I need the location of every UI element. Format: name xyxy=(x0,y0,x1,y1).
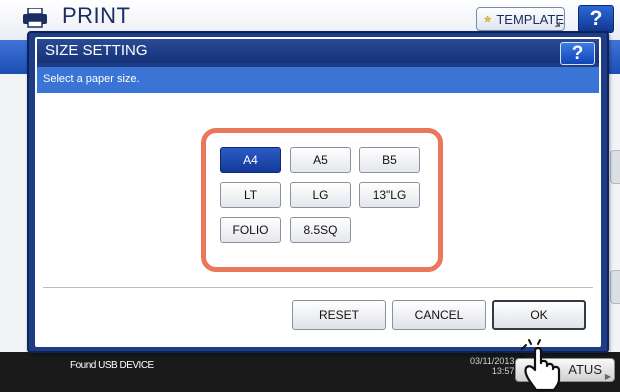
dialog-title: SIZE SETTING xyxy=(45,42,148,59)
status-message: Found USB DEVICE xyxy=(70,360,154,371)
dialog-inner-frame: SIZE SETTING ? Select a paper size. A4 A… xyxy=(35,37,601,347)
paper-size-folio-button[interactable]: FOLIO xyxy=(220,217,281,243)
paper-size-a4-button[interactable]: A4 xyxy=(220,147,281,173)
dialog-message: Select a paper size. xyxy=(43,73,140,85)
dialog-content: A4 A5 B5 LT LG 13"LG FOLIO 8.5SQ RESET C… xyxy=(37,93,599,345)
corner-arrow-icon: ◢ xyxy=(554,21,560,28)
side-tab[interactable] xyxy=(610,270,620,304)
paper-size-lt-button[interactable]: LT xyxy=(220,182,281,208)
pointer-hand-icon xyxy=(519,339,561,391)
printer-icon xyxy=(23,8,47,28)
corner-arrow-icon: ▶ xyxy=(604,372,611,381)
dialog-titlebar: SIZE SETTING ? xyxy=(37,39,599,65)
dialog-divider xyxy=(43,287,593,288)
paper-size-b5-button[interactable]: B5 xyxy=(359,147,420,173)
clock-time: 13:57 xyxy=(491,366,515,376)
paper-size-lg-button[interactable]: LG xyxy=(290,182,351,208)
clock-date: 03/11/2013 xyxy=(470,356,515,366)
template-button[interactable]: TEMPLATE ◢ xyxy=(476,7,565,31)
ok-button[interactable]: OK xyxy=(492,300,586,330)
reset-button[interactable]: RESET xyxy=(292,300,386,330)
clock: 03/11/2013 13:57 xyxy=(470,356,514,376)
star-icon xyxy=(484,15,492,23)
paper-size-85sq-button[interactable]: 8.5SQ xyxy=(290,217,351,243)
paper-size-a5-button[interactable]: A5 xyxy=(290,147,351,173)
side-tab[interactable] xyxy=(610,150,620,184)
page-title: PRINT xyxy=(62,3,131,28)
dialog-message-bar: Select a paper size. xyxy=(37,67,599,93)
cancel-button[interactable]: CANCEL xyxy=(392,300,486,330)
paper-size-13lg-button[interactable]: 13"LG xyxy=(359,182,420,208)
size-setting-dialog: SIZE SETTING ? Select a paper size. A4 A… xyxy=(27,31,609,353)
dialog-help-icon[interactable]: ? xyxy=(560,42,595,65)
help-icon[interactable]: ? xyxy=(578,5,614,33)
